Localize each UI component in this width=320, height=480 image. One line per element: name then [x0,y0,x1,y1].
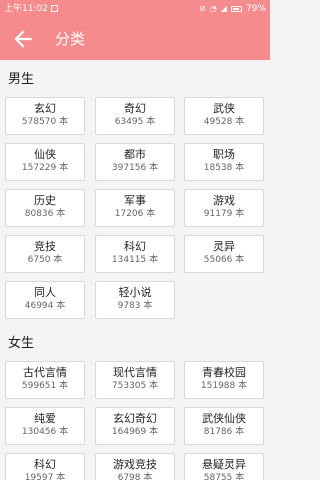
status-time: 上午11:02 [4,0,58,18]
category-name: 纯爱 [34,412,56,425]
silent-icon: ⊘ [199,4,206,13]
app-bar: 分类 [0,18,270,60]
category-card[interactable]: 轻小说 9783 本 [95,281,175,319]
category-book-count: 157229 本 [21,163,69,173]
category-card[interactable]: 游戏 91179 本 [184,189,264,227]
category-card[interactable]: 职场 18538 本 [184,143,264,181]
category-card[interactable]: 玄幻奇幻 164969 本 [95,407,175,445]
category-card[interactable]: 都市 397156 本 [95,143,175,181]
category-book-count: 58755 本 [203,473,245,480]
category-card[interactable]: 古代言情 599651 本 [5,361,85,399]
category-card[interactable]: 科幻 19597 本 [5,453,85,480]
category-book-count: 63495 本 [114,117,156,127]
category-book-count: 6798 本 [117,473,153,480]
category-book-count: 17206 本 [114,209,156,219]
category-book-count: 81786 本 [203,427,245,437]
wifi-icon: ◔ [209,4,217,13]
category-book-count: 91179 本 [203,209,245,219]
category-name: 科幻 [124,240,146,253]
battery-icon [230,6,242,12]
category-name: 奇幻 [124,102,146,115]
category-book-count: 134115 本 [111,255,159,265]
category-name: 古代言情 [23,366,67,379]
category-book-count: 753305 本 [111,381,159,391]
category-card[interactable]: 科幻 134115 本 [95,235,175,273]
category-book-count: 6750 本 [27,255,63,265]
category-book-count: 18538 本 [203,163,245,173]
category-book-count: 55066 本 [203,255,245,265]
category-card[interactable]: 悬疑灵异 58755 本 [184,453,264,480]
category-name: 武侠 [213,102,235,115]
category-card[interactable]: 游戏竞技 6798 本 [95,453,175,480]
category-name: 职场 [213,148,235,161]
category-name: 同人 [34,286,56,299]
category-card[interactable]: 现代言情 753305 本 [95,361,175,399]
category-card[interactable]: 奇幻 63495 本 [95,97,175,135]
category-card[interactable]: 灵异 55066 本 [184,235,264,273]
category-name: 历史 [34,194,56,207]
category-book-count: 151988 本 [200,381,248,391]
category-name: 灵异 [213,240,235,253]
category-name: 武侠仙侠 [202,412,246,425]
category-list: 男生 玄幻 578570 本 奇幻 63495 本 武侠 49528 本仙侠 157229 … [0,60,270,480]
category-card[interactable]: 历史 80836 本 [5,189,85,227]
category-name: 玄幻 [34,102,56,115]
category-name: 轻小说 [118,286,152,299]
category-book-count: 164969 本 [111,427,159,437]
status-bar: 上午11:02 ⊘ ◔ ◢ 79% [0,0,270,18]
category-name: 仙侠 [34,148,56,161]
category-name: 游戏竞技 [113,458,157,471]
category-name: 现代言情 [113,366,157,379]
category-name: 青春校园 [202,366,246,379]
page-title: 分类 [55,30,86,48]
signal-icon: ◢ [220,4,227,13]
category-name: 竞技 [34,240,56,253]
category-card[interactable]: 青春校园 151988 本 [184,361,264,399]
category-name: 游戏 [213,194,235,207]
category-card[interactable]: 同人 46994 本 [5,281,85,319]
section-title-male: 男生 [8,72,35,87]
status-indicators: ⊘ ◔ ◢ 79% [199,0,266,18]
category-card[interactable]: 仙侠 157229 本 [5,143,85,181]
category-card[interactable]: 武侠仙侠 81786 本 [184,407,264,445]
battery-percent: 79% [245,4,266,14]
notification-icon [50,5,58,12]
back-button[interactable] [10,26,36,52]
category-name: 玄幻奇幻 [113,412,157,425]
category-card[interactable]: 武侠 49528 本 [184,97,264,135]
category-name: 军事 [124,194,146,207]
category-book-count: 130456 本 [21,427,69,437]
category-name: 科幻 [34,458,56,471]
category-card[interactable]: 玄幻 578570 本 [5,97,85,135]
arrow-left-icon [14,30,32,48]
category-book-count: 9783 本 [117,301,153,311]
category-card[interactable]: 军事 17206 本 [95,189,175,227]
category-name: 都市 [124,148,146,161]
category-book-count: 397156 本 [111,163,159,173]
category-book-count: 578570 本 [21,117,69,127]
category-book-count: 599651 本 [21,381,69,391]
section-title-female: 女生 [8,336,35,351]
category-book-count: 80836 本 [24,209,66,219]
category-card[interactable]: 纯爱 130456 本 [5,407,85,445]
category-card[interactable]: 竞技 6750 本 [5,235,85,273]
category-name: 悬疑灵异 [202,458,246,471]
category-book-count: 49528 本 [203,117,245,127]
category-book-count: 46994 本 [24,301,66,311]
category-book-count: 19597 本 [24,473,66,480]
